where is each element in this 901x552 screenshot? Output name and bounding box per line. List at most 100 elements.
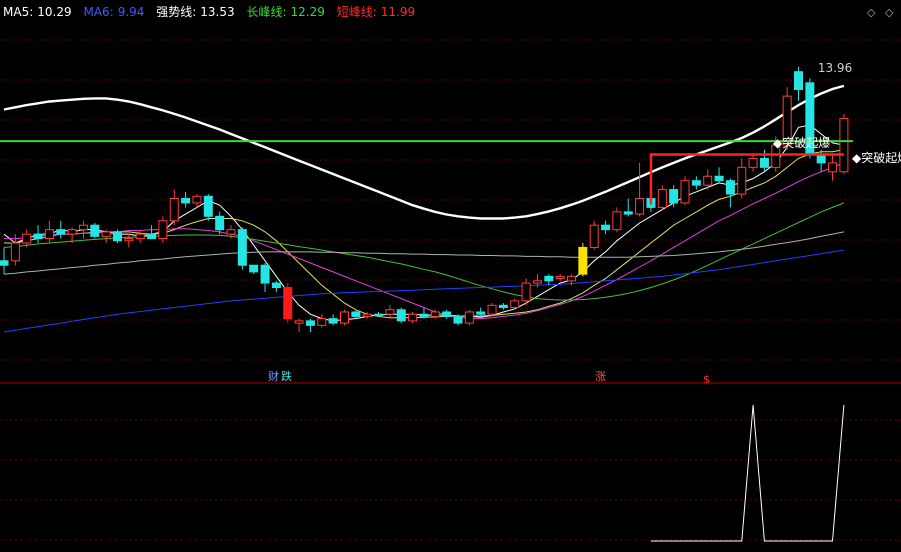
indicator-legend: MA5: 10.29 MA6: 9.94 强势线: 13.53 长峰线: 12.29 短…: [3, 3, 423, 21]
candle-body: [442, 311, 452, 317]
candle-body: [680, 180, 690, 204]
ma5-label: MA5:: [3, 5, 34, 19]
candle[interactable]: [635, 162, 645, 217]
annotations: 13.96 ◆突破起爆 ◆突破起爆 财 跌 涨 $: [0, 61, 901, 386]
candle[interactable]: [78, 220, 88, 239]
candle-body: [215, 215, 225, 231]
candle[interactable]: [249, 264, 259, 275]
candle-body: [158, 220, 168, 240]
candle-body: [10, 242, 20, 262]
candle-body: [67, 229, 77, 235]
candle[interactable]: [158, 216, 168, 243]
candle-body: [385, 309, 395, 315]
candle[interactable]: [317, 314, 327, 328]
candle[interactable]: [147, 225, 157, 240]
candle-body: [589, 224, 599, 248]
candle[interactable]: [56, 220, 66, 239]
candle[interactable]: [340, 309, 349, 326]
candle[interactable]: [283, 283, 293, 324]
candle[interactable]: [748, 154, 758, 172]
candle[interactable]: [237, 227, 247, 270]
candle-body: [169, 198, 179, 222]
candle[interactable]: [294, 318, 304, 332]
candle[interactable]: [396, 307, 406, 324]
candle-body: [725, 180, 735, 195]
candle[interactable]: [657, 185, 667, 210]
candle[interactable]: [794, 66, 803, 101]
ma-line: [4, 149, 844, 319]
candle[interactable]: [578, 243, 588, 277]
candle[interactable]: [113, 229, 122, 243]
candle[interactable]: [725, 178, 735, 208]
candle-body: [623, 211, 633, 215]
candle-body: [453, 315, 463, 324]
candle[interactable]: [260, 263, 270, 292]
candle-body: [33, 233, 43, 240]
candle[interactable]: [385, 305, 395, 319]
candle[interactable]: [271, 280, 281, 292]
candle-body: [759, 157, 769, 168]
candle-body: [203, 195, 213, 217]
event-marker-zhang: 涨: [595, 370, 606, 383]
candle[interactable]: [476, 307, 486, 317]
candle[interactable]: [680, 176, 690, 206]
candle[interactable]: [623, 198, 633, 217]
event-marker-die: 跌: [281, 369, 292, 383]
candle-body: [113, 231, 122, 242]
candle-body: [396, 309, 406, 322]
long-peak-label: 长峰线:: [246, 5, 287, 19]
stock-chart[interactable]: 13.96 ◆突破起爆 ◆突破起爆 财 跌 涨 $: [0, 0, 901, 552]
event-marker-cai: 财: [268, 369, 279, 383]
candle[interactable]: [0, 247, 9, 275]
candle[interactable]: [714, 167, 724, 183]
candle[interactable]: [203, 194, 213, 221]
candle[interactable]: [612, 207, 622, 232]
candle[interactable]: [408, 311, 418, 324]
signal-line: [650, 404, 845, 542]
long-peak-value: 12.29: [290, 5, 325, 19]
candle[interactable]: [181, 191, 191, 208]
candle-body: [567, 275, 576, 282]
candle[interactable]: [374, 311, 384, 317]
candle[interactable]: [510, 298, 520, 310]
candle-body: [340, 311, 349, 324]
candle[interactable]: [828, 154, 838, 181]
candle[interactable]: [101, 229, 111, 243]
candle[interactable]: [464, 309, 474, 326]
candle[interactable]: [601, 220, 611, 235]
candle-body: [748, 157, 758, 168]
candle[interactable]: [328, 314, 338, 326]
candle[interactable]: [555, 274, 565, 281]
diamond-outline-icon[interactable]: ◇: [867, 6, 875, 19]
candle-body: [124, 238, 134, 242]
candle-body: [56, 229, 66, 235]
candle[interactable]: [589, 220, 599, 250]
candle[interactable]: [135, 229, 145, 243]
ma6-value: 9.94: [117, 5, 145, 19]
candle[interactable]: [839, 113, 849, 175]
candle-body: [260, 264, 270, 284]
long-peak-legend: 长峰线: 12.29: [246, 5, 332, 19]
candle-body: [691, 180, 701, 186]
candle[interactable]: [124, 234, 134, 248]
candle-body: [362, 313, 372, 317]
candle[interactable]: [442, 309, 452, 319]
candle[interactable]: [169, 189, 179, 226]
candle[interactable]: [487, 303, 497, 317]
candle-body: [669, 189, 679, 204]
candle[interactable]: [737, 158, 747, 199]
candle-body: [192, 195, 202, 204]
candle[interactable]: [498, 303, 508, 310]
candle[interactable]: [759, 149, 769, 172]
candle-body: [544, 275, 554, 282]
candle[interactable]: [691, 176, 701, 190]
candle[interactable]: [215, 211, 225, 235]
diamond-outline-icon[interactable]: ◇: [885, 6, 893, 19]
candle-body: [703, 175, 713, 186]
candle[interactable]: [90, 222, 100, 239]
candle[interactable]: [816, 149, 826, 172]
candle-body: [44, 229, 54, 240]
candle[interactable]: [521, 278, 531, 306]
candle[interactable]: [544, 274, 554, 286]
candle[interactable]: [305, 318, 315, 332]
